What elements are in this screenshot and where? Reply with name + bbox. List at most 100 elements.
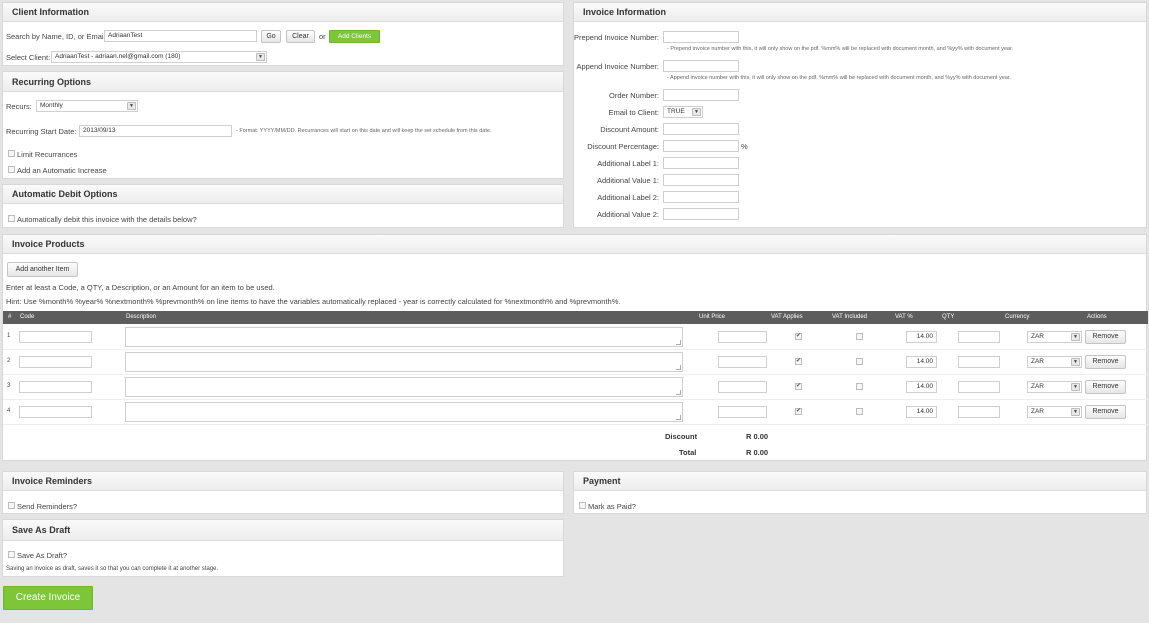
recurring-start-label: Recurring Start Date: — [6, 127, 77, 136]
currency-value: ZAR — [1031, 383, 1044, 390]
vat-pct-input[interactable]: 14.00 — [906, 381, 937, 393]
column-header-description: Description — [126, 314, 157, 320]
clear-button[interactable]: Clear — [286, 30, 315, 43]
code-input[interactable] — [19, 381, 92, 393]
email-to-client-value: TRUE — [667, 108, 685, 115]
code-input[interactable] — [19, 356, 92, 368]
save-as-draft-note: Saving an invoice as draft, saves it so … — [6, 566, 219, 572]
additional-label-1-input[interactable] — [663, 157, 739, 169]
description-textarea[interactable] — [125, 327, 683, 347]
additional-label-2-input[interactable] — [663, 191, 739, 203]
vat-included-checkbox[interactable] — [856, 383, 863, 390]
create-invoice-button[interactable]: Create Invoice — [3, 586, 93, 610]
vat-included-checkbox[interactable] — [856, 408, 863, 415]
search-input[interactable]: AdriaanTest — [104, 30, 257, 42]
invoice-information-panel: Invoice Information Prepend Invoice Numb… — [573, 2, 1147, 228]
additional-value-1-input[interactable] — [663, 174, 739, 186]
description-textarea[interactable] — [125, 402, 683, 422]
currency-dropdown[interactable]: ZAR ▼ — [1027, 406, 1082, 418]
recurring-options-title: Recurring Options — [3, 72, 563, 92]
column-header-vat-included: VAT Included — [832, 314, 868, 320]
chevron-down-icon: ▼ — [692, 108, 701, 116]
remove-button[interactable]: Remove — [1085, 380, 1126, 394]
vat-pct-input[interactable]: 14.00 — [906, 331, 937, 343]
unit-price-input[interactable] — [718, 381, 767, 393]
discount-percentage-label: Discount Percentage: — [587, 142, 659, 151]
currency-dropdown[interactable]: ZAR ▼ — [1027, 331, 1082, 343]
discount-amount-input[interactable] — [663, 123, 739, 135]
percent-sign: % — [741, 142, 748, 151]
unit-price-input[interactable] — [718, 356, 767, 368]
recurring-start-input[interactable]: 2013/09/13 — [79, 125, 232, 137]
add-item-button[interactable]: Add another Item — [7, 262, 78, 277]
automatic-increase-checkbox[interactable] — [8, 166, 15, 173]
prepend-invoice-label: Prepend Invoice Number: — [573, 33, 659, 42]
automatic-debit-checkbox[interactable] — [8, 215, 15, 222]
append-invoice-input[interactable] — [663, 60, 739, 72]
row-number: 1 — [7, 333, 11, 339]
discount-label: Discount — [665, 432, 698, 441]
vat-applies-checkbox[interactable] — [795, 382, 802, 390]
limit-recurrances-label: Limit Recurrances — [17, 150, 78, 159]
additional-label-1-label: Additional Label 1: — [597, 159, 659, 168]
unit-price-input[interactable] — [718, 331, 767, 343]
mark-as-paid-label: Mark as Paid? — [588, 502, 636, 511]
invoice-reminders-panel: Invoice Reminders Send Reminders? — [2, 471, 564, 514]
column-header-vat-pct: VAT % — [895, 314, 913, 320]
select-client-dropdown[interactable]: AdriaanTest - adriaan.nel@gmail.com (180… — [51, 51, 267, 63]
remove-button[interactable]: Remove — [1085, 355, 1126, 369]
vat-pct-input[interactable]: 14.00 — [906, 406, 937, 418]
recurring-start-hint: - Format: YYYY/MM/DD. Recurrances will s… — [236, 128, 492, 134]
invoice-reminders-title: Invoice Reminders — [3, 472, 563, 491]
send-reminders-checkbox[interactable] — [8, 502, 15, 509]
discount-percentage-input[interactable] — [663, 140, 739, 152]
additional-value-2-input[interactable] — [663, 208, 739, 220]
table-row: 2 14.00 ZAR ▼ Remove — [3, 350, 1148, 375]
add-clients-button[interactable]: Add Clients — [329, 30, 380, 43]
recurs-dropdown[interactable]: Monthly ▼ — [36, 100, 138, 112]
go-button[interactable]: Go — [261, 30, 281, 43]
limit-recurrances-checkbox[interactable] — [8, 150, 15, 157]
row-number: 4 — [7, 408, 11, 414]
vat-included-checkbox[interactable] — [856, 358, 863, 365]
client-information-title: Client Information — [3, 3, 563, 22]
qty-input[interactable] — [958, 406, 1000, 418]
products-note: Enter at least a Code, a QTY, a Descript… — [6, 283, 275, 292]
remove-button[interactable]: Remove — [1085, 405, 1126, 419]
row-number: 2 — [7, 358, 11, 364]
description-textarea[interactable] — [125, 377, 683, 397]
description-textarea[interactable] — [125, 352, 683, 372]
vat-pct-input[interactable]: 14.00 — [906, 356, 937, 368]
code-input[interactable] — [19, 331, 92, 343]
prepend-invoice-input[interactable] — [663, 31, 739, 43]
currency-dropdown[interactable]: ZAR ▼ — [1027, 356, 1082, 368]
email-to-client-dropdown[interactable]: TRUE ▼ — [663, 106, 703, 118]
order-number-input[interactable] — [663, 89, 739, 101]
discount-amount-label: Discount Amount: — [600, 125, 659, 134]
append-invoice-hint: - Append invoice number with this, it wi… — [667, 75, 1011, 81]
vat-applies-checkbox[interactable] — [795, 332, 802, 340]
currency-dropdown[interactable]: ZAR ▼ — [1027, 381, 1082, 393]
vat-applies-checkbox[interactable] — [795, 407, 802, 415]
currency-value: ZAR — [1031, 358, 1044, 365]
save-as-draft-panel: Save As Draft Save As Draft? Saving an i… — [2, 519, 564, 577]
vat-included-checkbox[interactable] — [856, 333, 863, 340]
additional-label-2-label: Additional Label 2: — [597, 193, 659, 202]
remove-button[interactable]: Remove — [1085, 330, 1126, 344]
qty-input[interactable] — [958, 331, 1000, 343]
column-header-currency: Currency — [1005, 314, 1030, 320]
or-text: or — [319, 32, 326, 41]
save-as-draft-checkbox[interactable] — [8, 551, 15, 558]
table-row: 1 14.00 ZAR ▼ Remove — [3, 325, 1148, 350]
chevron-down-icon: ▼ — [1071, 383, 1080, 391]
code-input[interactable] — [19, 406, 92, 418]
total-label: Total — [679, 448, 697, 457]
unit-price-input[interactable] — [718, 406, 767, 418]
recurs-value: Monthly — [40, 102, 63, 109]
automatic-increase-label: Add an Automatic Increase — [17, 166, 107, 175]
qty-input[interactable] — [958, 356, 1000, 368]
vat-applies-checkbox[interactable] — [795, 357, 802, 365]
mark-as-paid-checkbox[interactable] — [579, 502, 586, 509]
table-row: 3 14.00 ZAR ▼ Remove — [3, 375, 1148, 400]
qty-input[interactable] — [958, 381, 1000, 393]
